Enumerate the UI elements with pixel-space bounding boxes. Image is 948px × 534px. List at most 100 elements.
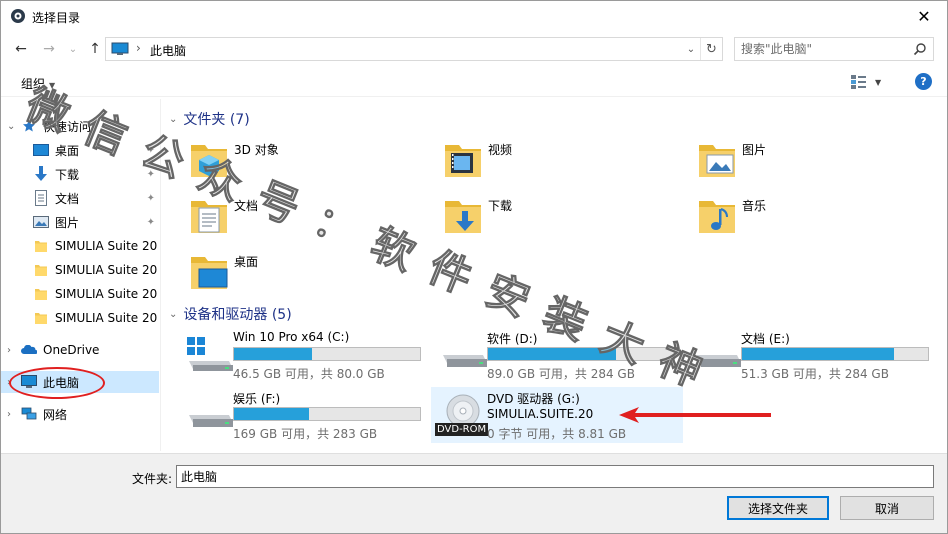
- navigation-pane: ⌄ 快速访问 桌面 ✦ 下载 ✦ 文档 ✦ 图片 ✦ SIMULIA Suite…: [1, 99, 161, 451]
- sidebar-item-label: OneDrive: [43, 343, 100, 357]
- cancel-button[interactable]: 取消: [840, 496, 934, 520]
- sidebar-item-simulia-1[interactable]: SIMULIA Suite 20: [1, 235, 159, 257]
- sidebar-item-simulia-2[interactable]: SIMULIA Suite 20: [1, 259, 159, 281]
- chevron-down-icon[interactable]: ⌄: [7, 121, 21, 132]
- search-icon[interactable]: [913, 42, 927, 59]
- close-button[interactable]: ✕: [901, 1, 947, 31]
- refresh-button[interactable]: ↻: [700, 38, 722, 60]
- documents-icon: [187, 193, 231, 237]
- sidebar-item-simulia-3[interactable]: SIMULIA Suite 20: [1, 283, 159, 305]
- address-row: ← → ⌄ ↑ › 此电脑 ⌄ ↻: [1, 35, 947, 63]
- sidebar-item-label: SIMULIA Suite 20: [55, 287, 158, 301]
- folder-tile-pictures[interactable]: 图片: [677, 133, 931, 187]
- folder-icon: [33, 310, 49, 326]
- chevron-right-icon[interactable]: ›: [7, 377, 21, 388]
- chevron-down-icon: ⌄: [169, 113, 178, 125]
- chevron-right-icon[interactable]: ›: [7, 409, 21, 420]
- folders-group-header[interactable]: ⌄ 文件夹 (7): [169, 109, 250, 129]
- content-pane: ⌄ 文件夹 (7) 3D 对象 视频 图片 文档 下载 音乐 桌面 ⌄ 设备和驱…: [169, 99, 947, 451]
- folder-tile-desktop[interactable]: 桌面: [169, 245, 423, 299]
- organize-label: 组织: [21, 77, 46, 91]
- breadcrumb-this-pc[interactable]: 此电脑: [150, 42, 186, 59]
- windows-drive-icon: [185, 333, 237, 377]
- breadcrumb-separator[interactable]: ›: [136, 41, 141, 55]
- pin-icon[interactable]: ✦: [147, 145, 155, 156]
- folder-tile-downloads[interactable]: 下载: [423, 189, 677, 243]
- sidebar-item-desktop[interactable]: 桌面 ✦: [1, 139, 159, 161]
- chevron-down-icon[interactable]: ⌄: [684, 41, 698, 57]
- sidebar-item-label: SIMULIA Suite 20: [55, 263, 158, 277]
- sidebar-item-downloads[interactable]: 下载 ✦: [1, 163, 159, 185]
- folder-field[interactable]: [176, 465, 934, 488]
- sidebar-item-quick-access[interactable]: ⌄ 快速访问: [1, 115, 159, 137]
- computer-icon: [111, 42, 129, 59]
- sidebar-item-label: SIMULIA Suite 20: [55, 239, 158, 253]
- drive-volume-label: SIMULIA.SUITE.20: [487, 407, 594, 421]
- folder-icon: [33, 238, 49, 254]
- folder-name: 音乐: [742, 199, 767, 213]
- drive-tile-f[interactable]: 娱乐 (F:) 169 GB 可用，共 283 GB: [177, 387, 429, 443]
- drive-usage-bar: [233, 407, 421, 421]
- pin-icon[interactable]: ✦: [147, 217, 155, 228]
- command-bar: 组织 ▼ ▼ ?: [1, 67, 947, 97]
- sidebar-item-onedrive[interactable]: › OneDrive: [1, 339, 159, 361]
- folder-tile-3d-objects[interactable]: 3D 对象: [169, 133, 423, 187]
- sidebar-item-label: 图片: [55, 215, 80, 230]
- help-button[interactable]: ?: [915, 73, 932, 90]
- pictures-icon: [33, 214, 49, 230]
- sidebar-item-label: 快速访问: [43, 119, 92, 134]
- drive-size-text: 89.0 GB 可用，共 284 GB: [487, 367, 635, 381]
- search-box: [734, 37, 934, 61]
- app-icon: [10, 8, 26, 24]
- pin-icon[interactable]: ✦: [147, 169, 155, 180]
- folder-tile-music[interactable]: 音乐: [677, 189, 931, 243]
- drive-tile-d[interactable]: 软件 (D:) 89.0 GB 可用，共 284 GB: [431, 327, 683, 383]
- sidebar-item-label: 桌面: [55, 143, 80, 158]
- drive-size-text: 0 字节 可用，共 8.81 GB: [487, 427, 627, 441]
- drive-usage-fill: [234, 348, 312, 360]
- drives-group-header[interactable]: ⌄ 设备和驱动器 (5): [169, 304, 292, 324]
- drive-usage-fill: [488, 348, 616, 360]
- sidebar-item-label: 此电脑: [43, 375, 80, 390]
- recent-locations-button[interactable]: ⌄: [63, 39, 83, 59]
- address-bar[interactable]: › 此电脑 ⌄ ↻: [105, 37, 723, 61]
- chevron-right-icon[interactable]: ›: [7, 345, 21, 356]
- pictures-icon: [695, 137, 739, 181]
- folder-name: 3D 对象: [234, 143, 279, 157]
- drive-tile-e[interactable]: 文档 (E:) 51.3 GB 可用，共 284 GB: [685, 327, 937, 383]
- desktop-icon: [187, 249, 231, 293]
- document-icon: [33, 190, 49, 206]
- organize-menu[interactable]: 组织 ▼: [21, 75, 55, 92]
- up-button[interactable]: ↑: [85, 39, 105, 59]
- back-button[interactable]: ←: [11, 39, 31, 59]
- sidebar-item-network[interactable]: › 网络: [1, 403, 159, 425]
- chevron-down-icon: ▼: [875, 77, 882, 87]
- sidebar-item-simulia-4[interactable]: SIMULIA Suite 20: [1, 307, 159, 329]
- select-directory-dialog: 选择目录 ✕ ← → ⌄ ↑ › 此电脑 ⌄ ↻ 组织▼: [0, 0, 948, 534]
- folder-icon: [33, 262, 49, 278]
- hard-drive-icon: [185, 393, 237, 437]
- folder-field-label: 文件夹:: [132, 472, 173, 486]
- pin-icon[interactable]: ✦: [147, 193, 155, 204]
- sidebar-item-this-pc[interactable]: › 此电脑: [1, 371, 159, 393]
- drive-name: DVD 驱动器 (G:): [487, 392, 580, 406]
- select-folder-button[interactable]: 选择文件夹: [727, 496, 829, 520]
- folder-tile-videos[interactable]: 视频: [423, 133, 677, 187]
- chevron-down-icon: ▼: [49, 81, 56, 90]
- forward-button[interactable]: →: [39, 39, 59, 59]
- dvd-rom-badge: DVD-ROM: [435, 423, 489, 436]
- window-title: 选择目录: [32, 11, 81, 25]
- view-options-icon: [851, 75, 866, 89]
- sidebar-item-documents[interactable]: 文档 ✦: [1, 187, 159, 209]
- folder-tile-documents[interactable]: 文档: [169, 189, 423, 243]
- drive-usage-bar: [233, 347, 421, 361]
- onedrive-icon: [21, 342, 37, 358]
- sidebar-item-pictures[interactable]: 图片 ✦: [1, 211, 159, 233]
- folder-name: 下载: [488, 199, 513, 213]
- search-input[interactable]: [741, 41, 901, 57]
- folder-name: 图片: [742, 143, 767, 157]
- annotation-arrow: [619, 407, 771, 423]
- drive-tile-c[interactable]: Win 10 Pro x64 (C:) 46.5 GB 可用，共 80.0 GB: [177, 327, 429, 383]
- folder-icon: [33, 286, 49, 302]
- change-view-button[interactable]: ▼: [851, 73, 891, 91]
